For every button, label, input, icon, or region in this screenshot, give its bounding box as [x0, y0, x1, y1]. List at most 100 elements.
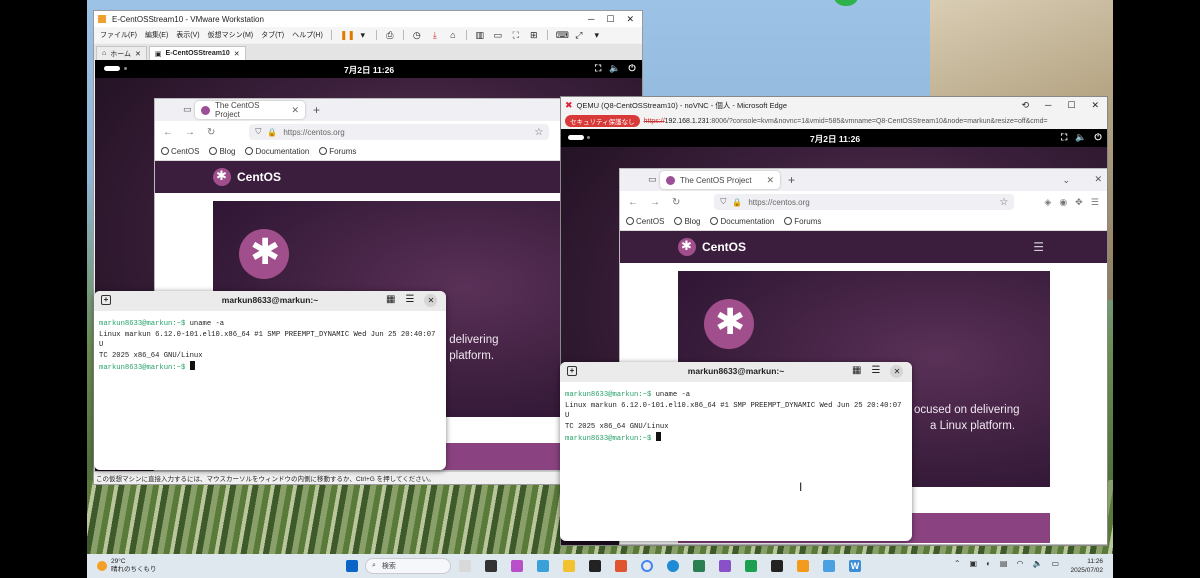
menu-file[interactable]: ファイル(F)	[100, 30, 137, 40]
menu-vm[interactable]: 仮想マシン(M)	[208, 30, 254, 40]
activities-indicator[interactable]	[104, 66, 120, 71]
reload-icon[interactable]: ↻	[672, 197, 680, 208]
tray-app-icon[interactable]: ▣	[970, 559, 978, 568]
terminal-window-left[interactable]: + markun8633@markun:~ ▦ ☰ ✕ markun8633@m…	[94, 291, 446, 470]
tab-centos[interactable]: The CentOS Project ✕	[195, 101, 305, 119]
back-icon[interactable]: ←	[163, 127, 173, 138]
edge-icon[interactable]	[667, 560, 679, 572]
bookmark-star-icon[interactable]: ☆	[534, 127, 543, 138]
menu-tab[interactable]: タブ(T)	[261, 30, 284, 40]
extensions-icon[interactable]: ✥	[1075, 197, 1083, 208]
taskbar-search[interactable]: ⌕ 検索	[365, 558, 451, 574]
unity-icon[interactable]: ⊞	[529, 30, 539, 40]
gnome-clock[interactable]: 7月2日 11:26	[344, 64, 394, 76]
send-ctrl-alt-del-icon[interactable]: ⎙	[385, 30, 395, 40]
battery-icon[interactable]: ▭	[1051, 559, 1059, 568]
terminal-headerbar[interactable]: + markun8633@markun:~ ▦ ☰ ✕	[94, 291, 446, 311]
minimize-icon[interactable]: ─	[1045, 100, 1051, 111]
close-icon[interactable]: ✕	[234, 50, 240, 58]
menu-icon[interactable]: ☰	[1091, 197, 1099, 208]
weather-widget[interactable]: 29°C 晴れのちくもり	[97, 558, 157, 574]
menu-icon[interactable]: ☰	[871, 365, 880, 378]
stretch-dropdown-icon[interactable]: ▾	[592, 30, 602, 40]
back-icon[interactable]: ←	[628, 197, 638, 208]
close-icon[interactable]: ✕	[135, 50, 141, 58]
vmware-taskbar-icon[interactable]	[771, 560, 783, 572]
app-icon-purple[interactable]	[719, 560, 731, 572]
reload-icon[interactable]: ↻	[207, 127, 215, 138]
taskbar-clock[interactable]: 11:26 2025/07/02	[1070, 557, 1103, 575]
network-icon[interactable]: ⛶	[1061, 132, 1067, 143]
snapshot-manager-icon[interactable]: ⌂	[448, 30, 458, 40]
bookmark-centos[interactable]: CentOS	[161, 147, 199, 156]
bookmark-blog[interactable]: Blog	[674, 217, 700, 226]
hamburger-menu-icon[interactable]: ☰	[1033, 240, 1044, 254]
maximize-icon[interactable]: ☐	[606, 14, 614, 25]
stretch-icon[interactable]: ⤢	[574, 30, 584, 40]
close-icon[interactable]: ✕	[424, 294, 438, 307]
app-icon-teal[interactable]	[745, 560, 757, 572]
start-icon[interactable]	[346, 560, 358, 572]
snapshot-icon[interactable]: ◷	[412, 30, 422, 40]
centos-logo-icon[interactable]	[213, 168, 231, 186]
close-icon[interactable]: ✕	[291, 105, 299, 116]
forward-icon[interactable]: →	[185, 127, 195, 138]
new-tab-icon[interactable]: +	[313, 103, 320, 117]
centos-brand[interactable]: CentOS	[237, 170, 281, 184]
fullscreen-icon[interactable]: ⛶	[511, 30, 521, 40]
tab-home[interactable]: ⌂ ホーム ✕	[96, 46, 147, 60]
speaker-icon[interactable]: 🔈	[1032, 559, 1042, 568]
terminal-headerbar[interactable]: + markun8633@markun:~ ▦ ☰ ✕	[560, 362, 912, 382]
bookmark-star-icon[interactable]: ☆	[999, 197, 1008, 208]
grid-icon[interactable]: ▦	[852, 365, 861, 378]
thumbnail-icon[interactable]: ▭	[493, 30, 503, 40]
close-icon[interactable]: ✕	[766, 175, 774, 186]
close-icon[interactable]: ✕	[626, 14, 634, 25]
minimize-icon[interactable]: ─	[588, 14, 594, 25]
tab-centos[interactable]: The CentOS Project ✕	[660, 171, 780, 189]
app-icon-blue[interactable]	[823, 560, 835, 572]
list-tabs-icon[interactable]: ⌄	[1062, 175, 1070, 186]
power-icon[interactable]: ⏻	[629, 63, 636, 74]
photos-app-icon[interactable]	[615, 560, 627, 572]
activities-indicator[interactable]	[568, 135, 584, 140]
terminal-app-icon[interactable]	[589, 560, 601, 572]
terminal-output[interactable]: markun8633@markun:~$ uname -a Linux mark…	[99, 319, 442, 374]
widgets-icon[interactable]	[537, 560, 549, 572]
url-bar[interactable]: ⛉ 🔒 https://centos.org ☆	[249, 124, 550, 140]
file-explorer-icon[interactable]	[563, 560, 575, 572]
forward-icon[interactable]: →	[650, 197, 660, 208]
close-icon[interactable]: ✕	[1091, 100, 1099, 111]
chrome-icon[interactable]	[641, 560, 653, 572]
menu-edit[interactable]: 編集(E)	[145, 30, 168, 40]
bookmark-forums[interactable]: Forums	[784, 217, 821, 226]
task-view-icon[interactable]	[485, 560, 497, 572]
app-icon-orange[interactable]	[797, 560, 809, 572]
terminal-window-right[interactable]: + markun8633@markun:~ ▦ ☰ ✕ markun8633@m…	[560, 362, 912, 541]
close-icon[interactable]: ✕	[1094, 174, 1102, 185]
grid-icon[interactable]: ▦	[386, 294, 395, 307]
app-icon-green[interactable]	[693, 560, 705, 572]
tray-app-icon[interactable]: ◐	[986, 559, 991, 568]
edge-addressbar[interactable]: セキュリティ保護なし https://192.168.1.231:8006/?c…	[561, 113, 1107, 129]
dropdown-icon[interactable]: ▾	[358, 30, 368, 40]
multicolor-app-icon[interactable]	[459, 560, 471, 572]
menu-icon[interactable]: ☰	[405, 294, 414, 307]
tray-app-icon[interactable]: ▤	[1000, 559, 1008, 568]
new-tab-icon[interactable]: +	[788, 173, 795, 187]
tab-vm[interactable]: ▣ E-CentOSStream10 ✕	[148, 46, 246, 60]
wifi-icon[interactable]: ◠	[1016, 559, 1023, 568]
centos-logo-icon[interactable]	[678, 238, 696, 256]
tab-overview-icon[interactable]: ▭	[648, 174, 657, 185]
url-bar[interactable]: ⛉ 🔒 https://centos.org ☆	[714, 194, 1015, 210]
maximize-icon[interactable]: ☐	[1067, 100, 1075, 111]
tab-overview-icon[interactable]: ▭	[183, 104, 192, 115]
not-secure-badge[interactable]: セキュリティ保護なし	[565, 115, 640, 127]
edge-titlebar[interactable]: ✖ QEMU (Q8-CentOSStream10) - noVNC - 個人 …	[561, 97, 1107, 113]
network-icon[interactable]: ⛶	[595, 63, 601, 74]
volume-icon[interactable]: 🔈	[609, 63, 620, 74]
bookmark-documentation[interactable]: Documentation	[245, 147, 309, 156]
power-icon[interactable]: ⏻	[1095, 132, 1102, 143]
pocket-icon[interactable]: ◈	[1044, 197, 1051, 208]
pause-icon[interactable]: ❚❚	[340, 30, 355, 40]
